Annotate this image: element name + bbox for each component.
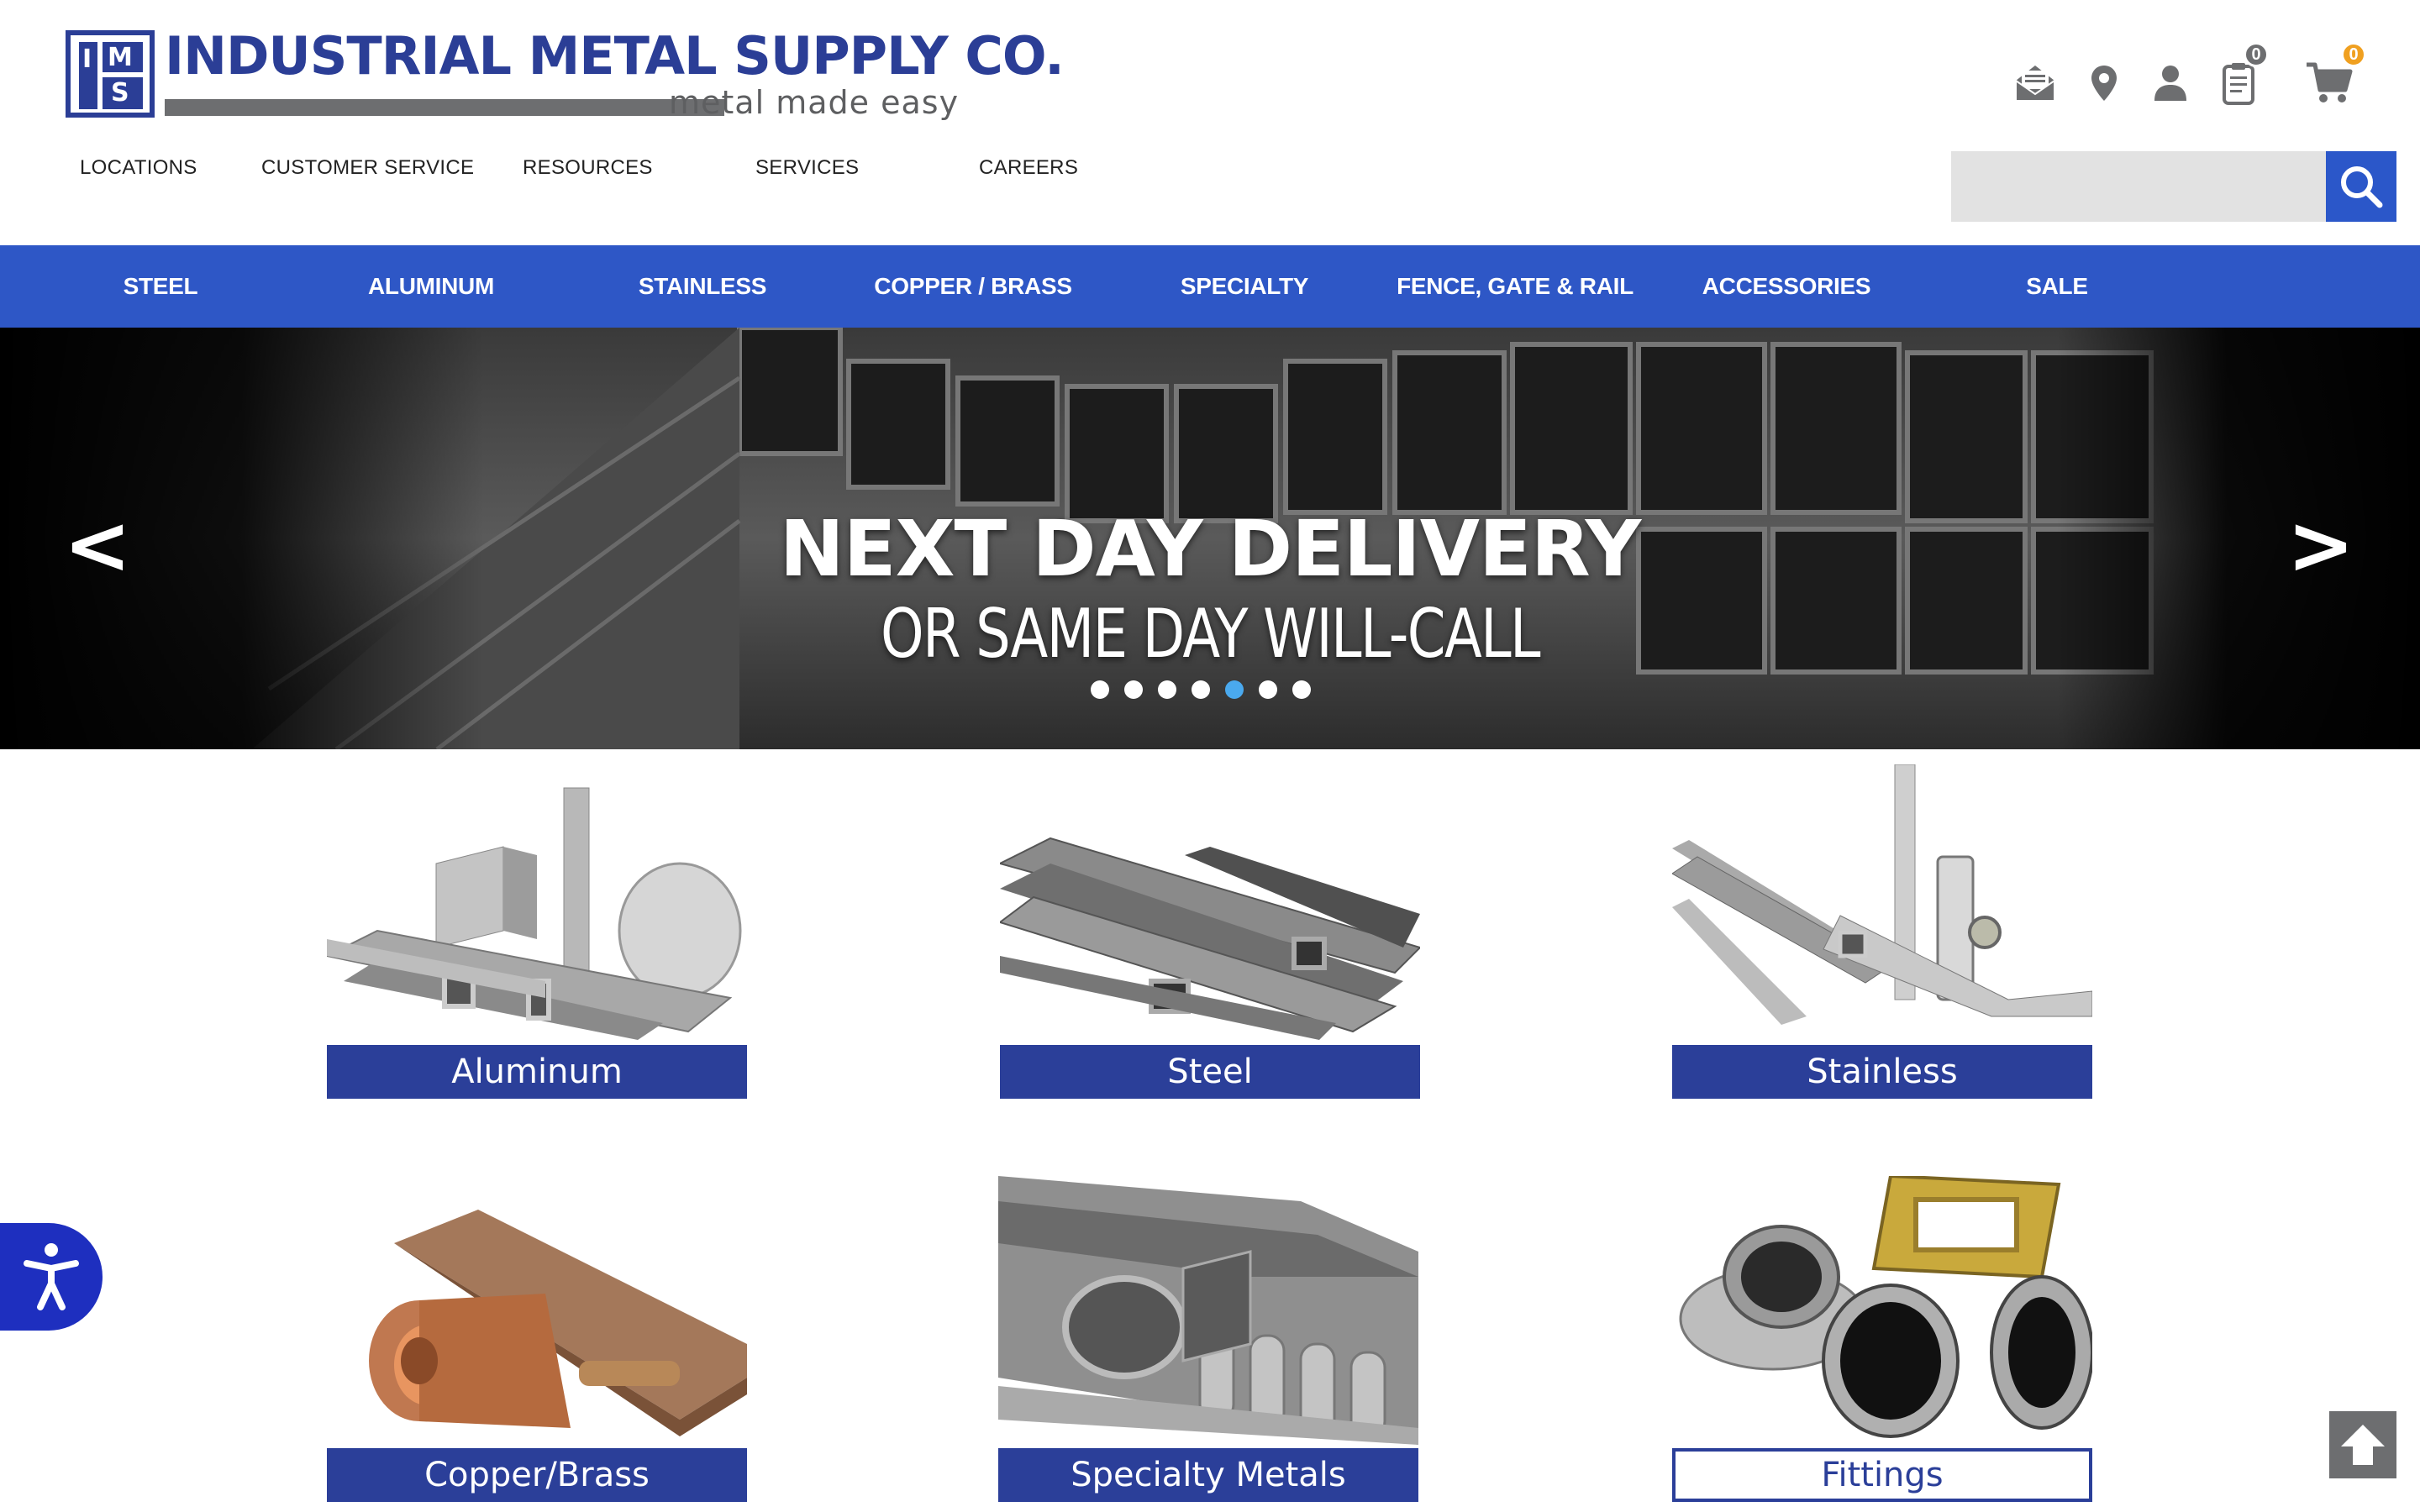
utility-icons: 0 0 xyxy=(2010,42,2396,114)
carousel-dots xyxy=(1091,680,1311,699)
product-label-steel[interactable]: Steel xyxy=(1000,1045,1420,1099)
company-logo[interactable]: I M S Industrial Metal Supply Co. metal … xyxy=(66,25,1065,126)
steel-image xyxy=(1000,837,1420,1040)
carousel-dot-active[interactable] xyxy=(1225,680,1244,699)
cart-icon[interactable]: 0 xyxy=(2304,42,2366,111)
aluminum-image xyxy=(327,787,742,1040)
category-copper-brass[interactable]: COPPER / BRASS xyxy=(838,245,1108,328)
logo-tagline: metal made easy xyxy=(669,84,960,121)
carousel-dot[interactable] xyxy=(1292,680,1311,699)
product-label-copper-brass[interactable]: Copper/Brass xyxy=(327,1448,747,1502)
carousel-dot[interactable] xyxy=(1158,680,1176,699)
product-tile-steel[interactable]: Steel xyxy=(1000,764,1420,1100)
top-nav-services[interactable]: SERVICES xyxy=(755,156,859,180)
quote-list-icon[interactable]: 0 xyxy=(2220,42,2269,111)
logo-company-name: Industrial Metal Supply Co. xyxy=(165,25,1065,87)
carousel-dot[interactable] xyxy=(1192,680,1210,699)
back-to-top-button[interactable] xyxy=(2329,1411,2396,1478)
category-nav: STEEL ALUMINUM STAINLESS COPPER / BRASS … xyxy=(0,245,2420,328)
top-nav-resources[interactable]: RESOURCES xyxy=(523,156,653,180)
product-label-fittings[interactable]: Fittings xyxy=(1672,1448,2092,1502)
category-sale[interactable]: SALE xyxy=(1922,245,2192,328)
quote-count-badge: 0 xyxy=(2244,42,2269,67)
logo-mark: I M S xyxy=(66,30,155,118)
category-accessories[interactable]: ACCESSORIES xyxy=(1651,245,1922,328)
account-icon[interactable] xyxy=(2151,55,2190,111)
hero-title: NEXT DAY DELIVERY xyxy=(779,504,1642,594)
top-nav: LOCATIONS CUSTOMER SERVICE RESOURCES SER… xyxy=(0,156,1176,190)
mail-icon[interactable] xyxy=(2010,55,2060,111)
search-bar xyxy=(1951,151,2396,222)
product-label-aluminum[interactable]: Aluminum xyxy=(327,1045,747,1099)
accessibility-icon xyxy=(24,1243,79,1310)
hero-subtitle: OR SAME DAY WILL-CALL xyxy=(881,595,1541,673)
carousel-dot[interactable] xyxy=(1091,680,1109,699)
carousel-prev-button[interactable]: < xyxy=(64,505,131,585)
copper-brass-image xyxy=(369,1210,747,1436)
top-nav-careers[interactable]: CAREERS xyxy=(979,156,1078,180)
category-stainless[interactable]: STAINLESS xyxy=(567,245,838,328)
logo-rule xyxy=(165,99,724,116)
category-fence-gate-rail[interactable]: FENCE, GATE & RAIL xyxy=(1380,245,1650,328)
cart-count-badge: 0 xyxy=(2341,42,2366,67)
category-steel[interactable]: STEEL xyxy=(25,245,296,328)
product-tile-specialty-metals[interactable]: Specialty Metals xyxy=(998,1176,1418,1504)
product-tile-fittings[interactable]: Fittings xyxy=(1672,1176,2092,1504)
search-button[interactable] xyxy=(2326,151,2396,222)
stainless-image xyxy=(1672,764,2092,1025)
carousel-dot[interactable] xyxy=(1124,680,1143,699)
accessibility-button[interactable] xyxy=(0,1223,103,1331)
carousel-next-button[interactable]: > xyxy=(2287,505,2354,585)
product-tile-aluminum[interactable]: Aluminum xyxy=(327,764,747,1100)
category-aluminum[interactable]: ALUMINUM xyxy=(296,245,566,328)
hero-carousel[interactable]: NEXT DAY DELIVERY OR SAME DAY WILL-CALL … xyxy=(0,328,2420,749)
product-tile-copper-brass[interactable]: Copper/Brass xyxy=(327,1176,747,1504)
top-nav-customer-service[interactable]: CUSTOMER SERVICE xyxy=(261,156,474,180)
search-icon xyxy=(2341,166,2383,208)
specialty-metals-image xyxy=(998,1176,1418,1445)
search-input[interactable] xyxy=(1951,151,2326,222)
location-pin-icon[interactable] xyxy=(2087,55,2121,111)
fittings-image xyxy=(1679,1176,2092,1438)
site-header: I M S Industrial Metal Supply Co. metal … xyxy=(0,0,2420,245)
category-specialty[interactable]: SPECIALTY xyxy=(1109,245,1380,328)
product-label-stainless[interactable]: Stainless xyxy=(1672,1045,2092,1099)
top-nav-locations[interactable]: LOCATIONS xyxy=(80,156,197,180)
carousel-dot[interactable] xyxy=(1259,680,1277,699)
product-tile-stainless[interactable]: Stainless xyxy=(1672,764,2092,1100)
arrow-up-icon xyxy=(2341,1425,2385,1465)
product-label-specialty-metals[interactable]: Specialty Metals xyxy=(998,1448,1418,1502)
